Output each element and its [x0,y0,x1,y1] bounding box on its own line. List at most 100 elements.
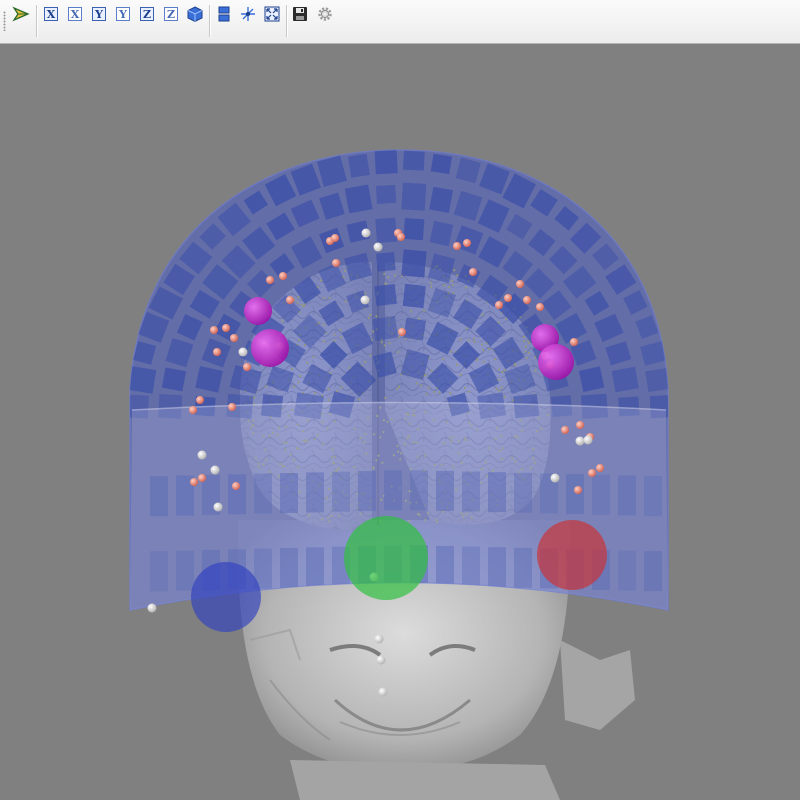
electrode [469,268,477,276]
electrode [495,301,503,309]
electrode [332,259,340,267]
sensor-tile [58,367,85,392]
sensor-tile [99,238,129,268]
view-x-inverse-button[interactable]: X [65,4,85,24]
sensor-tile [130,218,143,244]
view-y-button[interactable]: Y [89,4,109,24]
sensor-tile [130,263,153,292]
electrode [230,334,238,342]
view-z-button[interactable]: Z [137,4,157,24]
sensor-tile [375,84,398,110]
sensor-tile [344,184,373,214]
sensor-tile [478,150,510,163]
sensor-tile [578,366,605,392]
sensor-tile [507,150,533,167]
view-x-icon: X [44,7,58,21]
sensor-tile [531,151,559,179]
view-z-inverse-button[interactable]: Z [161,4,181,24]
sensor-tile [372,315,399,342]
save-button[interactable] [290,4,310,24]
electrode [376,655,386,665]
sensor-tile [707,339,739,368]
sensor-tile [632,240,660,269]
sensor-tile [707,316,729,338]
sensor-tile [598,157,629,189]
sensor-tile [265,150,295,169]
sensor-tile [429,186,454,213]
settings-button[interactable] [315,4,335,24]
sensor-tile [376,118,397,140]
marker-magenta[interactable] [244,297,272,325]
view-x-button[interactable]: X [41,4,61,24]
sensor-tile [347,153,370,178]
layout-button[interactable] [214,4,234,24]
electrode [266,276,274,284]
electrode [575,436,585,446]
sensor-tile [403,117,425,139]
meg-scene[interactable] [0,45,800,800]
sensor-tile [646,264,668,292]
electrode [228,403,236,411]
marker-magenta[interactable] [251,329,289,367]
sensor-tile [56,395,83,419]
electrode [576,421,584,429]
electrode [331,234,339,242]
sensor-tile [655,216,668,246]
sensor-tile [240,150,271,181]
sensor-tile [664,313,668,343]
sensor-tile [78,289,105,315]
electrode [536,303,544,311]
toolbar-grip[interactable] [3,11,6,31]
electrode [504,294,512,302]
electrode [286,296,294,304]
fit-view-button[interactable] [262,4,282,24]
sensor-tile [347,85,371,112]
sensor-tile [103,313,130,341]
sensor-tile [170,157,203,189]
electrode [374,634,384,644]
sensor-tile [402,83,426,105]
marker-red[interactable] [537,520,607,590]
view-iso-button[interactable] [185,4,205,24]
sensor-tile [401,182,427,211]
sensor-tile [619,174,651,206]
view-z-icon: Z [140,7,154,21]
sensor-tile [532,113,561,141]
sensor-tile [265,103,294,132]
floppy-disk-icon [293,7,307,21]
sensor-tile [552,163,585,195]
electrode [561,426,569,434]
electrode [232,482,240,490]
sensor-tile [374,284,397,306]
sensor-tile [401,249,427,278]
marker-magenta[interactable] [538,344,574,380]
electrode [398,328,406,336]
view-x-inverse-icon: X [68,7,82,21]
electrode [583,435,593,445]
sensor-tile [551,150,587,160]
axes-icon [241,7,255,21]
sensor-tile [717,396,743,418]
sensor-tile [294,97,317,120]
electrode [463,239,471,247]
3d-viewport[interactable] [0,45,800,800]
sensor-tile [656,288,668,317]
sensor-tile [613,216,646,250]
marker-blue[interactable] [191,562,261,632]
sensor-tile [611,366,639,393]
select-tool[interactable] [11,4,31,24]
electrode [243,363,251,371]
sensor-tile [374,150,398,175]
sensor-tile [217,165,245,192]
sensor-tile [596,200,624,228]
toolbar-separator [36,5,37,37]
view-y-inverse-button[interactable]: Y [113,4,133,24]
sensor-tile [429,84,454,108]
electrode [378,687,388,697]
center-view-button[interactable] [238,4,258,24]
marker-green[interactable] [344,516,428,600]
view-y-icon: Y [92,7,106,21]
electrode [373,242,383,252]
toolbar-separator [286,5,287,37]
sensor-tile [87,262,119,293]
